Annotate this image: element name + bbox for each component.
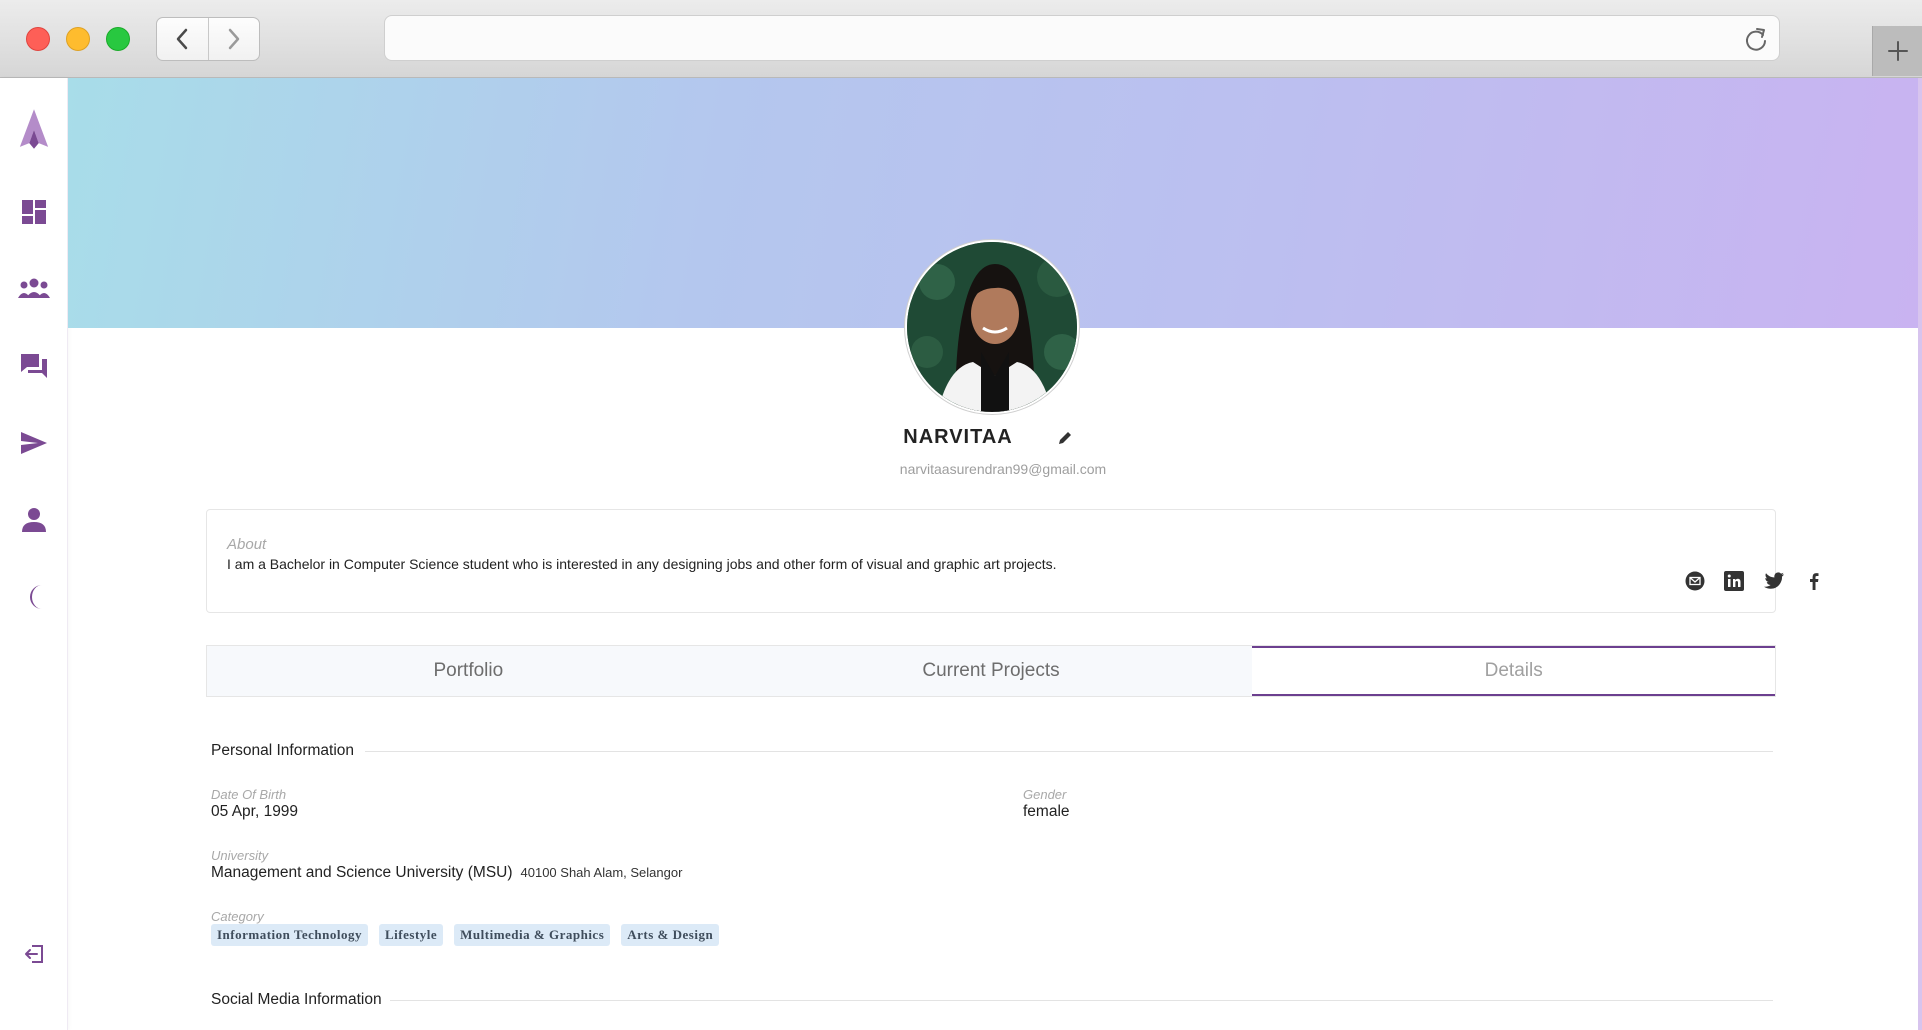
browser-chrome: [0, 0, 1922, 78]
dob-label: Date Of Birth: [211, 787, 287, 802]
close-window-button[interactable]: [26, 27, 50, 51]
sidebar: [0, 78, 68, 1030]
dashboard-icon[interactable]: [18, 196, 50, 228]
profile-page: NARVITAA narvitaasurendran99@gmail.com A…: [68, 78, 1922, 1030]
category-chip: Arts & Design: [621, 924, 720, 946]
logout-icon[interactable]: [18, 938, 50, 970]
category-chip: Multimedia & Graphics: [454, 924, 611, 946]
back-button[interactable]: [157, 18, 208, 60]
university-value: Management and Science University (MSU) 4…: [211, 864, 682, 882]
forward-button[interactable]: [207, 18, 259, 60]
scrollbar[interactable]: [1918, 78, 1922, 1030]
profile-name: NARVITAA: [903, 426, 1013, 448]
moon-icon[interactable]: [18, 581, 50, 613]
linkedin-icon[interactable]: [1723, 570, 1745, 592]
maximize-window-button[interactable]: [106, 27, 130, 51]
profile-tabs: Portfolio Current Projects Details: [206, 645, 1776, 697]
profile-email: narvitaasurendran99@gmail.com: [899, 461, 1107, 477]
dob-value: 05 Apr, 1999: [211, 803, 299, 820]
forum-icon[interactable]: [18, 350, 50, 382]
facebook-icon[interactable]: [1803, 570, 1825, 592]
section-divider: [365, 751, 1773, 752]
reload-icon[interactable]: [1743, 26, 1769, 52]
minimize-window-button[interactable]: [66, 27, 90, 51]
category-chip: Lifestyle: [379, 924, 444, 946]
about-text: I am a Bachelor in Computer Science stud…: [227, 556, 1057, 572]
app: NARVITAA narvitaasurendran99@gmail.com A…: [0, 78, 1922, 1030]
about-label: About: [227, 536, 267, 553]
group-icon[interactable]: [18, 273, 50, 305]
category-chips: Information Technology Lifestyle Multime…: [211, 924, 720, 946]
address-bar[interactable]: [384, 15, 1780, 61]
pencil-icon[interactable]: [1057, 430, 1073, 446]
history-nav: [156, 17, 260, 61]
tab-current-projects[interactable]: Current Projects: [730, 646, 1253, 696]
email-icon[interactable]: [1684, 570, 1706, 592]
university-name: Management and Science University (MSU): [211, 864, 513, 881]
plus-icon: [1887, 41, 1908, 61]
chevron-right-icon: [228, 28, 240, 50]
person-icon[interactable]: [18, 504, 50, 536]
university-location: 40100 Shah Alam, Selangor: [520, 865, 683, 880]
logo-icon[interactable]: [18, 106, 50, 152]
section-divider: [390, 1000, 1773, 1001]
twitter-icon[interactable]: [1763, 570, 1785, 592]
chevron-left-icon: [177, 28, 188, 50]
new-tab-button[interactable]: [1872, 26, 1922, 76]
social-info-heading: Social Media Information: [211, 991, 382, 1008]
personal-info-heading: Personal Information: [211, 742, 355, 759]
category-label: Category: [211, 909, 264, 924]
avatar: [905, 240, 1079, 414]
gender-label: Gender: [1023, 787, 1067, 802]
tab-details[interactable]: Details: [1252, 646, 1776, 696]
tab-portfolio[interactable]: Portfolio: [207, 646, 730, 696]
category-chip: Information Technology: [211, 924, 368, 946]
gender-value: female: [1023, 803, 1070, 820]
university-label: University: [211, 848, 269, 863]
about-card: About I am a Bachelor in Computer Scienc…: [206, 509, 1819, 613]
send-icon[interactable]: [18, 427, 50, 459]
